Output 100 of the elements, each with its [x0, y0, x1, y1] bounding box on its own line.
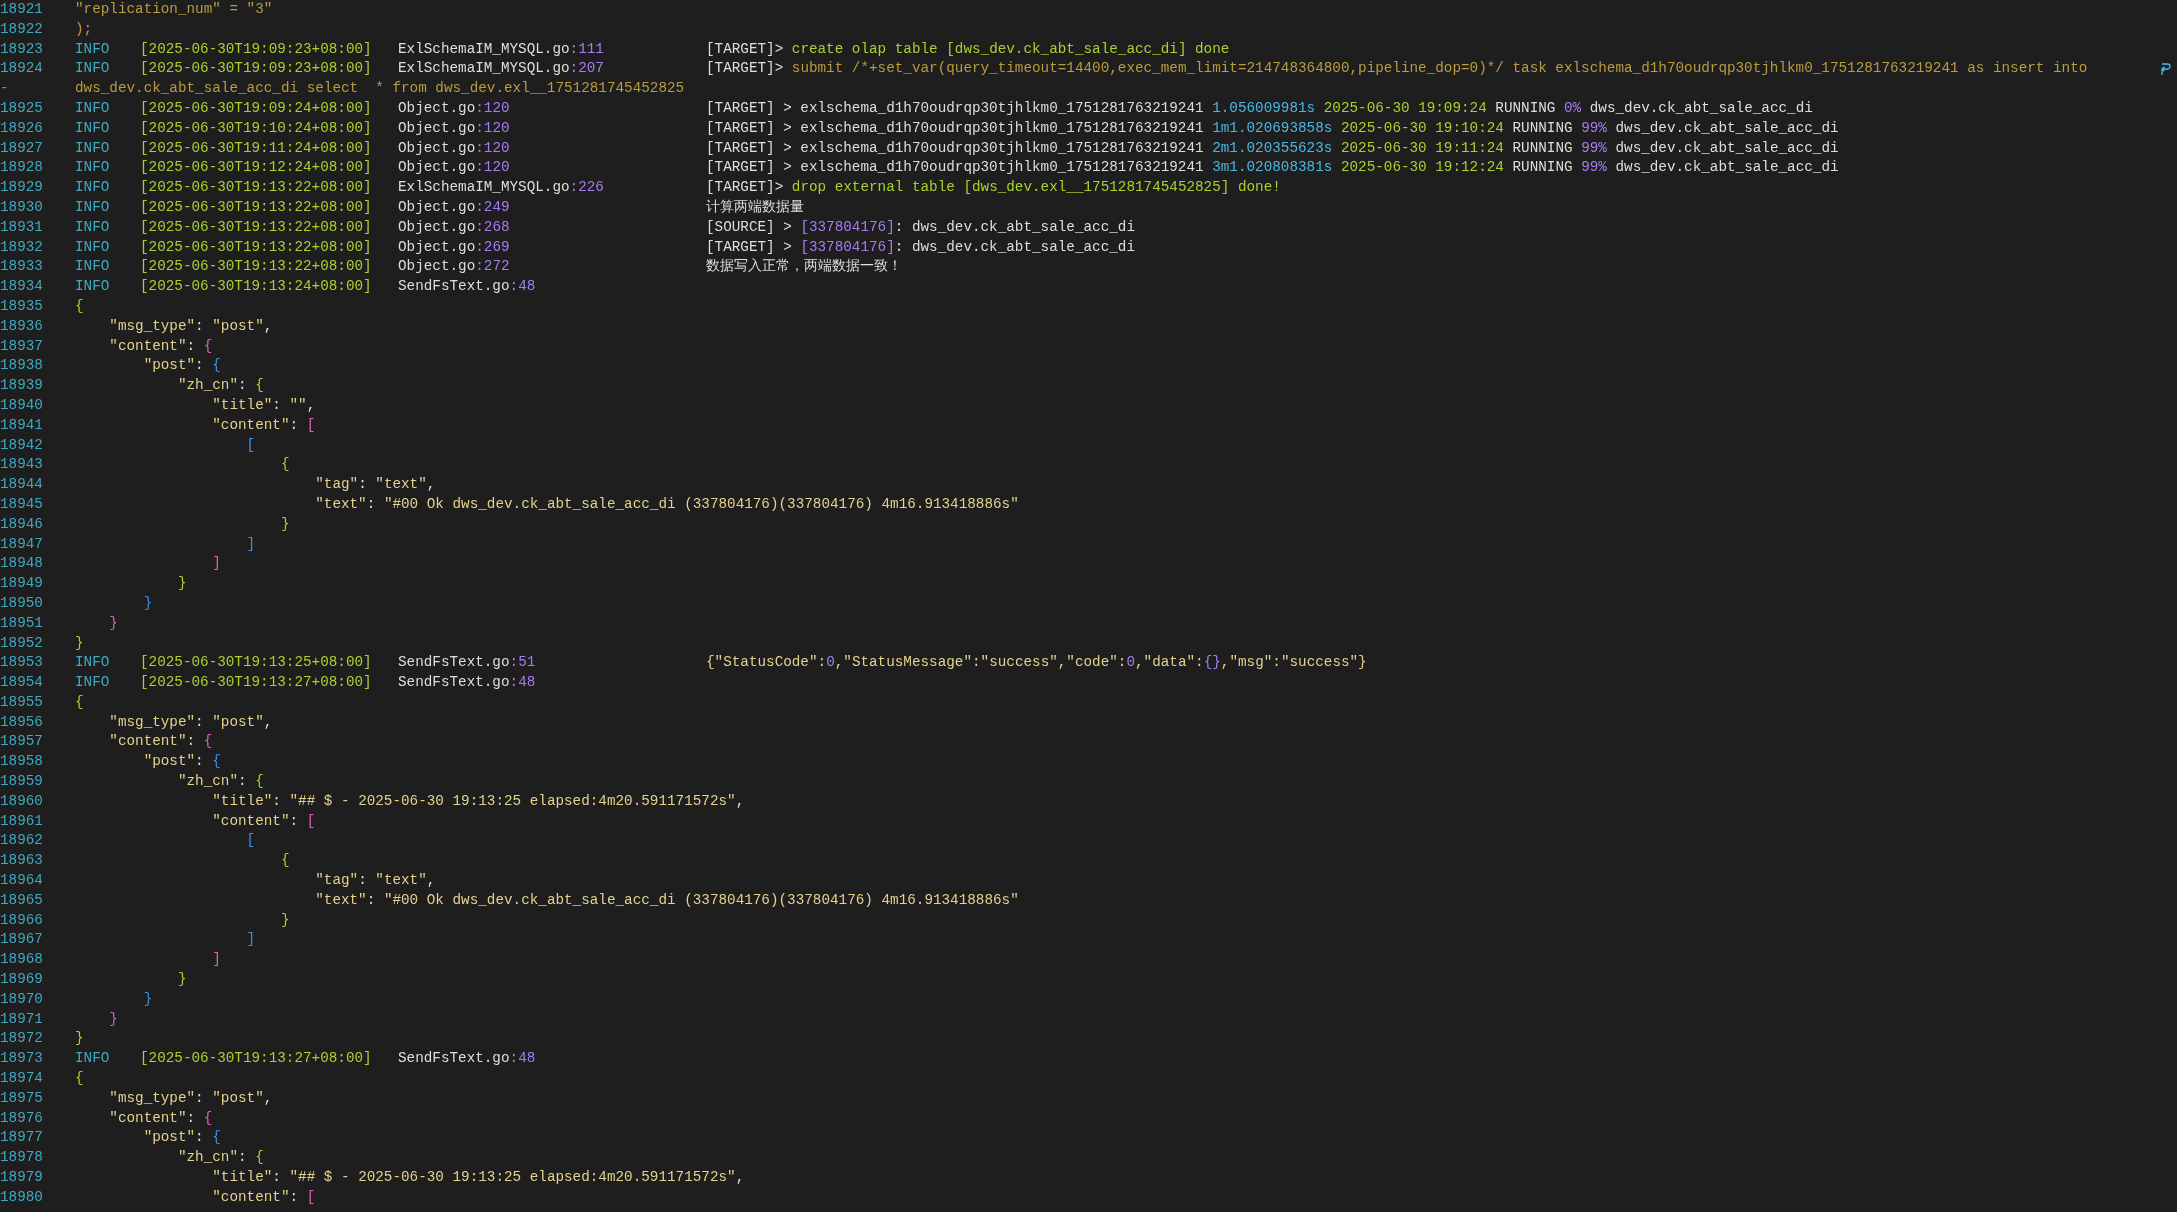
code-line: "msg_type": "post",: [109, 316, 273, 336]
log-level: INFO: [75, 673, 111, 693]
code-line: "title": "## $ - 2025-06-30 19:13:25 elapsed:4m20.591171572s",: [212, 791, 745, 811]
line-number: 18951: [0, 613, 44, 633]
log-message: 数据写入正常，两端数据一致！: [706, 257, 902, 277]
log-level: INFO: [75, 257, 111, 277]
timestamp: [2025-06-30T19:12:24+08:00]: [140, 158, 373, 178]
code-line: }: [75, 633, 84, 653]
source-location: ExlSchemaIM_MYSQL.go:207: [398, 59, 605, 79]
source-location: Object.go:269: [398, 237, 511, 257]
line-number: 18921: [0, 0, 44, 19]
code-line: "text": "#00 Ok dws_dev.ck_abt_sale_acc_di (337804176)(337804176) 4m16.913418886s": [315, 494, 1019, 514]
line-number: 18935: [0, 296, 44, 316]
log-level: INFO: [75, 653, 111, 673]
log-level: INFO: [75, 197, 111, 217]
line-number: 18978: [0, 1148, 44, 1168]
timestamp: [2025-06-30T19:09:23+08:00]: [140, 39, 373, 59]
source-location: SendFsText.go:51: [398, 653, 537, 673]
log-level: INFO: [75, 118, 111, 138]
code-line: ]: [246, 534, 256, 554]
line-number: 18943: [0, 455, 44, 475]
code-line: ]: [212, 950, 221, 970]
code-line: }: [280, 514, 290, 534]
code-line: ]: [246, 930, 256, 950]
line-number: 18940: [0, 395, 44, 415]
log-level: INFO: [75, 39, 111, 59]
source-location: Object.go:268: [398, 217, 511, 237]
code-line: }: [143, 593, 153, 613]
line-number: 18966: [0, 910, 44, 930]
timestamp: [2025-06-30T19:13:22+08:00]: [140, 237, 373, 257]
line-number: 18974: [0, 1069, 44, 1089]
line-number: 18964: [0, 871, 44, 891]
code-line: "msg_type": "post",: [109, 712, 273, 732]
source-location: SendFsText.go:48: [398, 277, 537, 297]
log-message: [TARGET]> drop external table [dws_dev.exl__1751281745452825] done!: [706, 178, 1281, 198]
log-message: [TARGET]> submit /*+set_var(query_timeout=14400,exec_mem_limit=214748364800,pipeline_dop=0)*/ task exlschema_d1h70oudrqp30tjhlkm0_1751281763219241 as insert into: [706, 59, 2088, 79]
log-message: [TARGET] > [337804176]: dws_dev.ck_abt_sale_acc_di: [706, 237, 1135, 257]
log-message: 计算两端数据量: [706, 197, 804, 217]
code-line: "text": "#00 Ok dws_dev.ck_abt_sale_acc_di (337804176)(337804176) 4m16.913418886s": [315, 890, 1019, 910]
line-number: 18934: [0, 277, 44, 297]
line-number: 18941: [0, 415, 44, 435]
line-number: 18939: [0, 376, 44, 396]
line-number: 18962: [0, 831, 44, 851]
code-line: "content": {: [109, 732, 213, 752]
code-line: [: [246, 435, 256, 455]
code-line: "content": [: [212, 415, 316, 435]
line-number: 18933: [0, 257, 44, 277]
line-number: 18968: [0, 950, 44, 970]
log-message: [TARGET]> create olap table [dws_dev.ck_abt_sale_acc_di] done: [706, 39, 1230, 59]
log-level: INFO: [75, 277, 111, 297]
line-number: 18967: [0, 930, 44, 950]
line-number: 18936: [0, 316, 44, 336]
line-number: 18926: [0, 118, 44, 138]
code-line: "content": [: [212, 1187, 316, 1207]
code-line: {: [75, 296, 84, 316]
line-number: 18930: [0, 197, 44, 217]
line-number: 18950: [0, 593, 44, 613]
line-number: 18960: [0, 791, 44, 811]
code-line: }: [177, 970, 187, 990]
line-number: 18932: [0, 237, 44, 257]
line-number: 18938: [0, 356, 44, 376]
line-number: 18969: [0, 970, 44, 990]
log-message: [TARGET] > exlschema_d1h70oudrqp30tjhlkm0_1751281763219241 3m1.020808381s 2025-06-30 19:12:24 RUNNING 99% dws_dev.ck_abt_sale_acc_di: [706, 158, 1839, 178]
code-line: ]: [212, 554, 221, 574]
line-number: 18923: [0, 39, 44, 59]
line-number: 18929: [0, 178, 44, 198]
line-number: 18977: [0, 1128, 44, 1148]
code-line: dws_dev.ck_abt_sale_acc_di select * from dws_dev.exl__1751281745452825: [75, 79, 685, 99]
source-location: Object.go:249: [398, 197, 511, 217]
code-line: "title": "",: [212, 395, 316, 415]
source-location: ExlSchemaIM_MYSQL.go:226: [398, 178, 605, 198]
line-number: 18973: [0, 1049, 44, 1069]
line-number: 18942: [0, 435, 44, 455]
source-location: Object.go:272: [398, 257, 511, 277]
line-number: 18928: [0, 158, 44, 178]
code-line: }: [280, 910, 290, 930]
line-number: 18972: [0, 1029, 44, 1049]
line-number: 18952: [0, 633, 44, 653]
code-line: "replication_num" = "3": [75, 0, 273, 19]
line-number: 18954: [0, 673, 44, 693]
log-level: INFO: [75, 1049, 111, 1069]
source-location: ExlSchemaIM_MYSQL.go:111: [398, 39, 605, 59]
code-line: "content": [: [212, 811, 316, 831]
line-number: 18945: [0, 494, 44, 514]
line-number: 18965: [0, 890, 44, 910]
timestamp: [2025-06-30T19:13:22+08:00]: [140, 197, 373, 217]
log-level: INFO: [75, 59, 111, 79]
line-number: 18944: [0, 475, 44, 495]
code-line: }: [109, 613, 118, 633]
code-line: "post": {: [143, 1128, 221, 1148]
code-line: "zh_cn": {: [177, 376, 264, 396]
line-number: 18976: [0, 1108, 44, 1128]
timestamp: [2025-06-30T19:10:24+08:00]: [140, 118, 373, 138]
code-line: "zh_cn": {: [177, 772, 264, 792]
log-message: [TARGET] > exlschema_d1h70oudrqp30tjhlkm0_1751281763219241 2m1.020355623s 2025-06-30 19:11:24 RUNNING 99% dws_dev.ck_abt_sale_acc_di: [706, 138, 1839, 158]
timestamp: [2025-06-30T19:09:24+08:00]: [140, 99, 373, 118]
timestamp: [2025-06-30T19:13:27+08:00]: [140, 673, 373, 693]
code-line: "tag": "text",: [315, 871, 436, 891]
line-number: 18937: [0, 336, 44, 356]
timestamp: [2025-06-30T19:11:24+08:00]: [140, 138, 373, 158]
